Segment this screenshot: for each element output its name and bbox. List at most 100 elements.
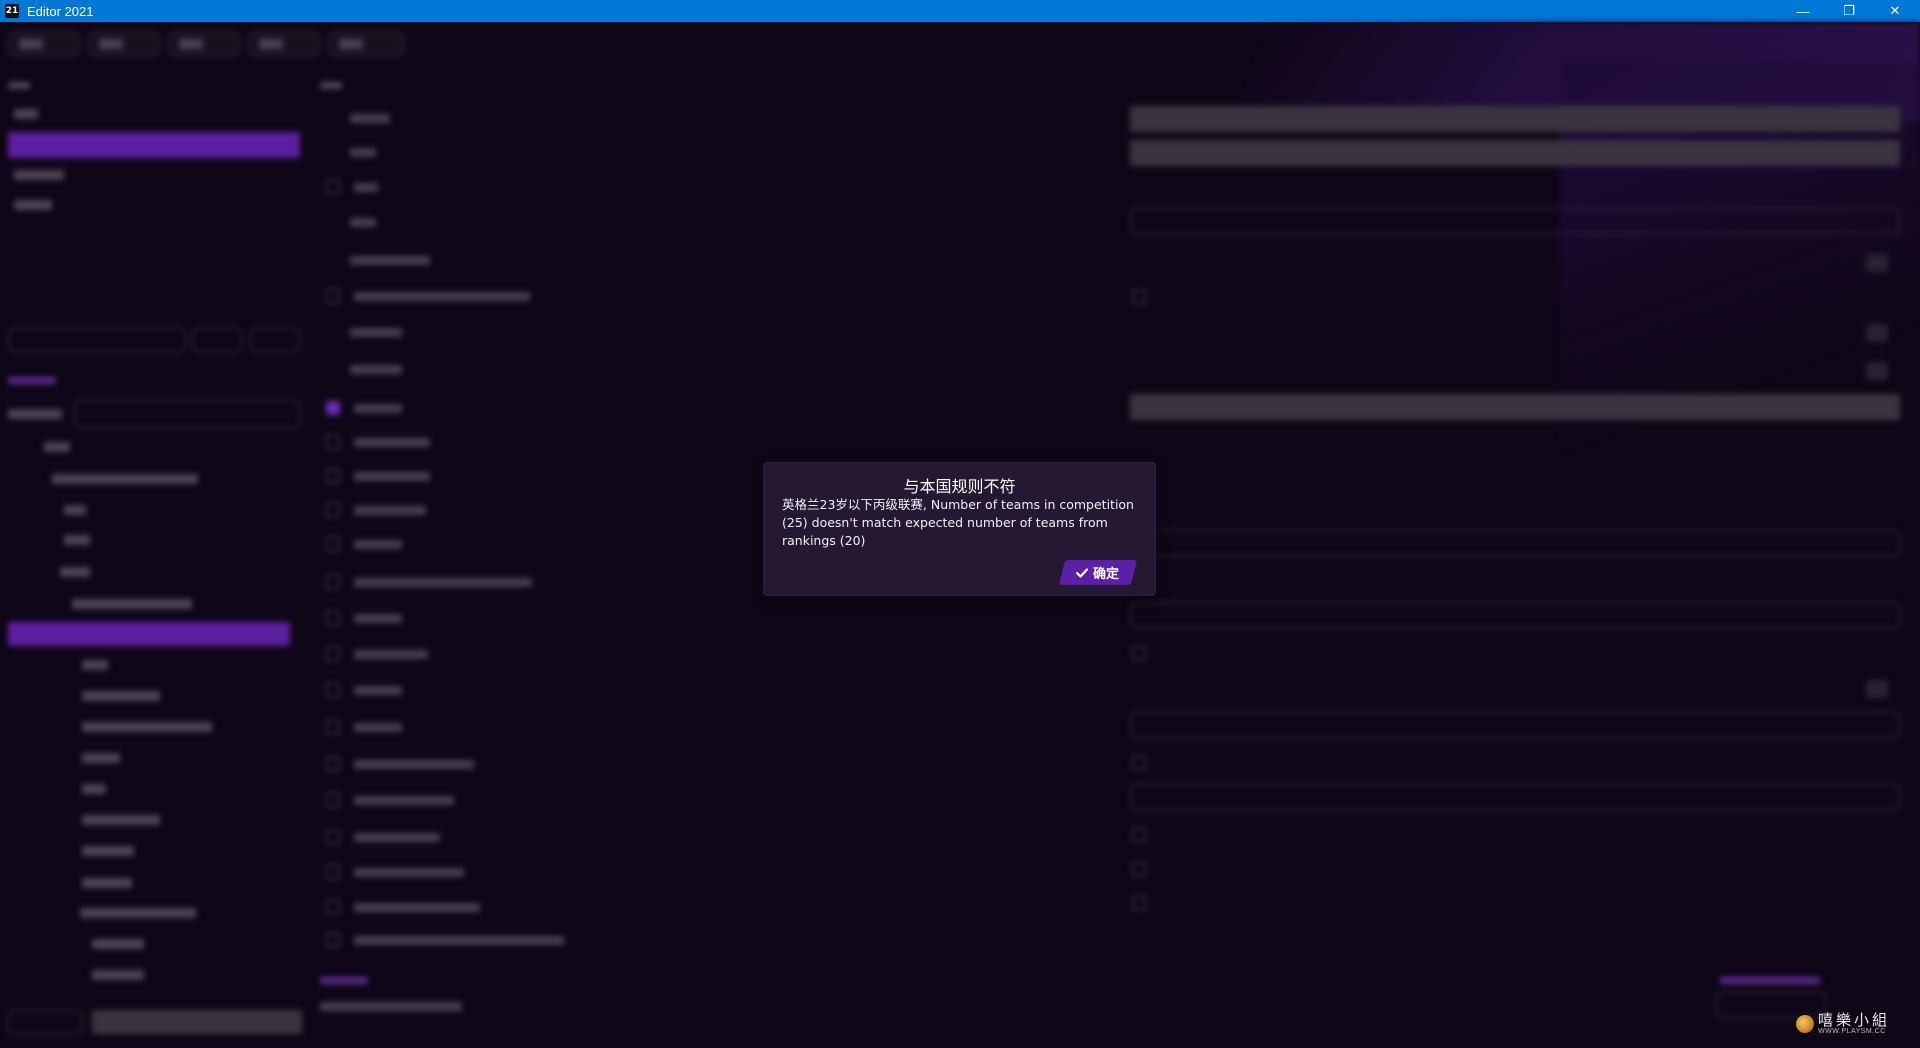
small-button[interactable]	[1866, 362, 1888, 380]
option-checkbox[interactable]	[326, 933, 340, 947]
text-field[interactable]	[1130, 394, 1900, 420]
sidebar-section-label	[8, 82, 30, 89]
row-label	[350, 114, 390, 123]
tree-node[interactable]	[92, 970, 144, 980]
tree-node[interactable]	[64, 505, 86, 515]
option-checkbox[interactable]	[1132, 896, 1146, 910]
row-label	[354, 614, 402, 623]
window-titlebar: 21 Editor 2021 — ❐ ✕	[0, 0, 1920, 22]
tree-node[interactable]	[82, 753, 120, 763]
row-label	[354, 578, 532, 587]
option-checkbox[interactable]	[1132, 828, 1146, 842]
option-checkbox[interactable]	[1132, 646, 1146, 660]
row-label	[354, 686, 402, 695]
tree-node[interactable]	[82, 722, 212, 732]
row-label	[354, 796, 454, 805]
option-checkbox[interactable]	[326, 289, 340, 303]
text-field[interactable]	[1130, 106, 1900, 132]
option-checkbox[interactable]	[326, 793, 340, 807]
option-checkbox[interactable]	[326, 830, 340, 844]
dialog-title: 与本国规则不符	[903, 477, 1016, 496]
row-label	[350, 148, 376, 157]
column-header	[320, 82, 342, 89]
menu-dropdown-2[interactable]	[88, 32, 160, 56]
option-checkbox[interactable]	[326, 537, 340, 551]
tree-node[interactable]	[82, 815, 160, 825]
tree-node[interactable]	[44, 442, 70, 452]
tree-section-label	[8, 377, 56, 384]
option-checkbox[interactable]	[326, 900, 340, 914]
sidebar-item[interactable]	[14, 200, 52, 210]
row-label	[354, 868, 464, 877]
option-checkbox[interactable]	[326, 757, 340, 771]
minimize-button[interactable]: —	[1780, 0, 1826, 22]
option-checkbox[interactable]	[1132, 862, 1146, 876]
option-checkbox[interactable]	[326, 435, 340, 449]
option-checkbox[interactable]	[326, 575, 340, 589]
small-button[interactable]	[1866, 324, 1888, 342]
row-label	[354, 540, 402, 549]
sidebar-item[interactable]	[14, 109, 38, 119]
menu-dropdown-5[interactable]	[328, 32, 404, 56]
option-checkbox[interactable]	[326, 683, 340, 697]
tree-node-selected[interactable]	[8, 622, 290, 646]
row-label	[354, 723, 402, 732]
section-label	[1720, 977, 1820, 984]
tree-node[interactable]	[52, 474, 198, 484]
sidebar-item-selected[interactable]	[8, 132, 300, 158]
tree-node[interactable]	[72, 599, 192, 609]
tree-node[interactable]	[82, 784, 106, 794]
dialog-message: 英格兰23岁以下丙级联赛, Number of teams in competi…	[782, 497, 1134, 548]
tree-node[interactable]	[82, 878, 132, 888]
option-checkbox-checked[interactable]	[326, 401, 340, 415]
option-checkbox[interactable]	[326, 611, 340, 625]
small-button[interactable]	[1866, 254, 1888, 272]
option-checkbox[interactable]	[1132, 290, 1146, 304]
row-label	[354, 903, 480, 912]
row-label	[350, 365, 402, 374]
restore-button[interactable]: ❐	[1826, 0, 1872, 22]
menu-dropdown-3[interactable]	[168, 32, 240, 56]
row-label	[354, 438, 430, 447]
footer-text	[320, 1002, 462, 1011]
tree-node[interactable]	[80, 908, 196, 918]
menu-dropdown-1[interactable]	[8, 32, 80, 56]
tree-node[interactable]	[64, 535, 90, 545]
watermark-text: 嘻樂小組	[1818, 1011, 1891, 1029]
menu-dropdown-4[interactable]	[248, 32, 320, 56]
option-checkbox[interactable]	[326, 180, 340, 194]
confirm-button[interactable]: 确定	[1058, 560, 1138, 585]
option-checkbox[interactable]	[326, 503, 340, 517]
sidebar-item[interactable]	[14, 170, 64, 180]
select-field[interactable]	[1130, 712, 1900, 738]
small-button[interactable]	[1866, 680, 1888, 698]
tree-node[interactable]	[82, 691, 160, 701]
close-button[interactable]: ✕	[1872, 0, 1918, 22]
tree-node[interactable]	[92, 939, 144, 949]
select-field[interactable]	[1130, 602, 1900, 628]
row-label	[350, 256, 430, 265]
tree-node[interactable]	[82, 660, 108, 670]
tree-node[interactable]	[60, 567, 90, 577]
competition-select[interactable]	[74, 400, 300, 428]
tree-node[interactable]	[82, 846, 134, 856]
row-label	[354, 292, 530, 301]
tree-label	[8, 409, 62, 419]
filter-buttons[interactable]	[192, 328, 242, 352]
option-checkbox[interactable]	[326, 469, 340, 483]
option-checkbox[interactable]	[326, 720, 340, 734]
text-field[interactable]	[1130, 140, 1900, 166]
row-label	[354, 183, 378, 192]
filter-dropdown[interactable]	[8, 328, 186, 352]
row-label	[354, 650, 428, 659]
select-field[interactable]	[1130, 784, 1900, 810]
bottom-left-dropdown[interactable]	[8, 1010, 82, 1034]
option-checkbox[interactable]	[326, 865, 340, 879]
option-checkbox[interactable]	[1132, 756, 1146, 770]
filter-action[interactable]	[250, 328, 300, 352]
watermark-subtext: WWW.PLAYSM.CC	[1818, 1028, 1886, 1035]
option-checkbox[interactable]	[326, 647, 340, 661]
bottom-left-field[interactable]	[92, 1010, 302, 1034]
select-field[interactable]	[1130, 530, 1900, 556]
select-field[interactable]	[1130, 208, 1900, 234]
